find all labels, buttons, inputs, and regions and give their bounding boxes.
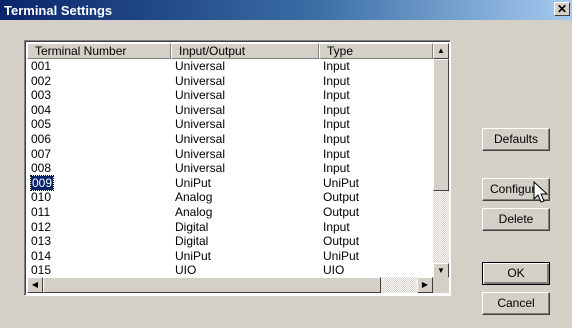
cell-input-output: Universal	[175, 88, 226, 103]
terminal-list[interactable]: Terminal Number Input/Output Type 001 Uni…	[24, 40, 451, 296]
close-icon: ✕	[556, 2, 568, 16]
cell-type: Input	[323, 59, 350, 73]
terminal-settings-dialog: Terminal Settings ✕ Terminal Number Inpu…	[0, 0, 572, 328]
horizontal-scroll-thumb[interactable]	[43, 277, 381, 293]
cell-input-output: Universal	[175, 146, 226, 161]
ok-button[interactable]: OK	[482, 262, 550, 285]
cell-input-output: Analog	[175, 204, 213, 219]
dialog-title: Terminal Settings	[4, 3, 113, 18]
table-row[interactable]: 003 Universal Input	[27, 88, 433, 103]
table-row[interactable]: 004 Universal Input	[27, 103, 433, 118]
table-row[interactable]: 014 UniPut UniPut	[27, 249, 433, 264]
arrow-up-icon: ▲	[437, 46, 445, 55]
defaults-button[interactable]: Defaults	[482, 128, 550, 151]
cell-terminal-number: 010	[31, 190, 52, 205]
cell-type: UniPut	[323, 248, 360, 263]
arrow-right-icon: ▶	[421, 280, 429, 289]
cell-input-output: Digital	[175, 219, 209, 234]
cell-type: Input	[323, 102, 350, 117]
cell-input-output: Universal	[175, 131, 226, 146]
cell-input-output: Universal	[175, 102, 226, 117]
column-header-input-output[interactable]: Input/Output	[171, 43, 319, 59]
cell-terminal-number: 009	[29, 174, 55, 191]
cell-type: Input	[323, 73, 350, 88]
cell-input-output: UniPut	[175, 248, 212, 263]
cell-terminal-number: 003	[31, 88, 52, 103]
cell-input-output: Universal	[175, 161, 226, 176]
horizontal-scrollbar[interactable]: ◀ ▶	[27, 277, 433, 293]
cell-terminal-number: 002	[31, 73, 52, 88]
scroll-left-button[interactable]: ◀	[27, 277, 43, 293]
cell-type: Input	[323, 88, 350, 103]
cell-terminal-number: 015	[31, 263, 52, 278]
cell-terminal-number: 006	[31, 131, 52, 146]
scrollbar-corner	[433, 277, 449, 293]
cell-input-output: Universal	[175, 59, 226, 73]
vertical-scroll-thumb[interactable]	[433, 59, 449, 191]
delete-button[interactable]: Delete	[482, 208, 550, 231]
cell-input-output: UniPut	[175, 175, 212, 190]
cell-input-output: UIO	[175, 263, 197, 278]
cell-terminal-number: 008	[31, 161, 52, 176]
scroll-right-button[interactable]: ▶	[417, 277, 433, 293]
cell-terminal-number: 007	[31, 146, 52, 161]
table-row[interactable]: 013 Digital Output	[27, 234, 433, 249]
cell-type: Input	[323, 161, 350, 176]
cell-type: Input	[323, 146, 350, 161]
scroll-up-button[interactable]: ▲	[433, 43, 449, 59]
table-row[interactable]: 012 Digital Input	[27, 220, 433, 235]
cell-input-output: Universal	[175, 73, 226, 88]
cell-terminal-number: 004	[31, 102, 52, 117]
arrow-down-icon: ▼	[437, 266, 445, 275]
list-rows: 001 Universal Input 002 Universal Input 003 Uni…	[27, 59, 433, 279]
cell-terminal-number: 011	[31, 204, 51, 219]
table-row[interactable]: 011 Analog Output	[27, 205, 433, 220]
table-row[interactable]: 005 Universal Input	[27, 117, 433, 132]
table-row[interactable]: 006 Universal Input	[27, 132, 433, 147]
cell-type: UIO	[323, 263, 345, 278]
cell-type: Output	[323, 234, 360, 249]
cell-type: Input	[323, 219, 350, 234]
cell-terminal-number: 005	[31, 117, 52, 132]
cell-input-output: Analog	[175, 190, 213, 205]
cell-type: Output	[323, 204, 360, 219]
cell-input-output: Universal	[175, 117, 226, 132]
cell-type: Output	[323, 190, 360, 205]
table-row[interactable]: 009 UniPut UniPut	[27, 174, 433, 191]
cell-terminal-number: 001	[31, 59, 52, 73]
cell-terminal-number: 012	[31, 219, 52, 234]
cell-terminal-number: 013	[31, 234, 52, 249]
cell-type: Input	[323, 131, 350, 146]
arrow-left-icon: ◀	[31, 280, 39, 289]
table-row[interactable]: 001 Universal Input	[27, 59, 433, 74]
cell-type: UniPut	[323, 175, 360, 190]
table-row[interactable]: 002 Universal Input	[27, 74, 433, 89]
table-row[interactable]: 015 UIO UIO	[27, 263, 433, 278]
cancel-button[interactable]: Cancel	[482, 292, 550, 315]
title-bar: Terminal Settings ✕	[0, 0, 572, 20]
table-row[interactable]: 010 Analog Output	[27, 190, 433, 205]
cell-terminal-number: 014	[31, 248, 52, 263]
table-row[interactable]: 007 Universal Input	[27, 147, 433, 162]
mouse-pointer-icon	[533, 181, 549, 203]
table-row[interactable]: 008 Universal Input	[27, 161, 433, 176]
cell-type: Input	[323, 117, 350, 132]
column-header-type[interactable]: Type	[319, 43, 433, 59]
column-header-terminal-number[interactable]: Terminal Number	[27, 43, 171, 59]
vertical-scrollbar[interactable]: ▲ ▼	[433, 43, 449, 279]
close-button[interactable]: ✕	[554, 2, 570, 16]
cell-input-output: Digital	[175, 234, 209, 249]
list-header: Terminal Number Input/Output Type	[27, 43, 433, 59]
